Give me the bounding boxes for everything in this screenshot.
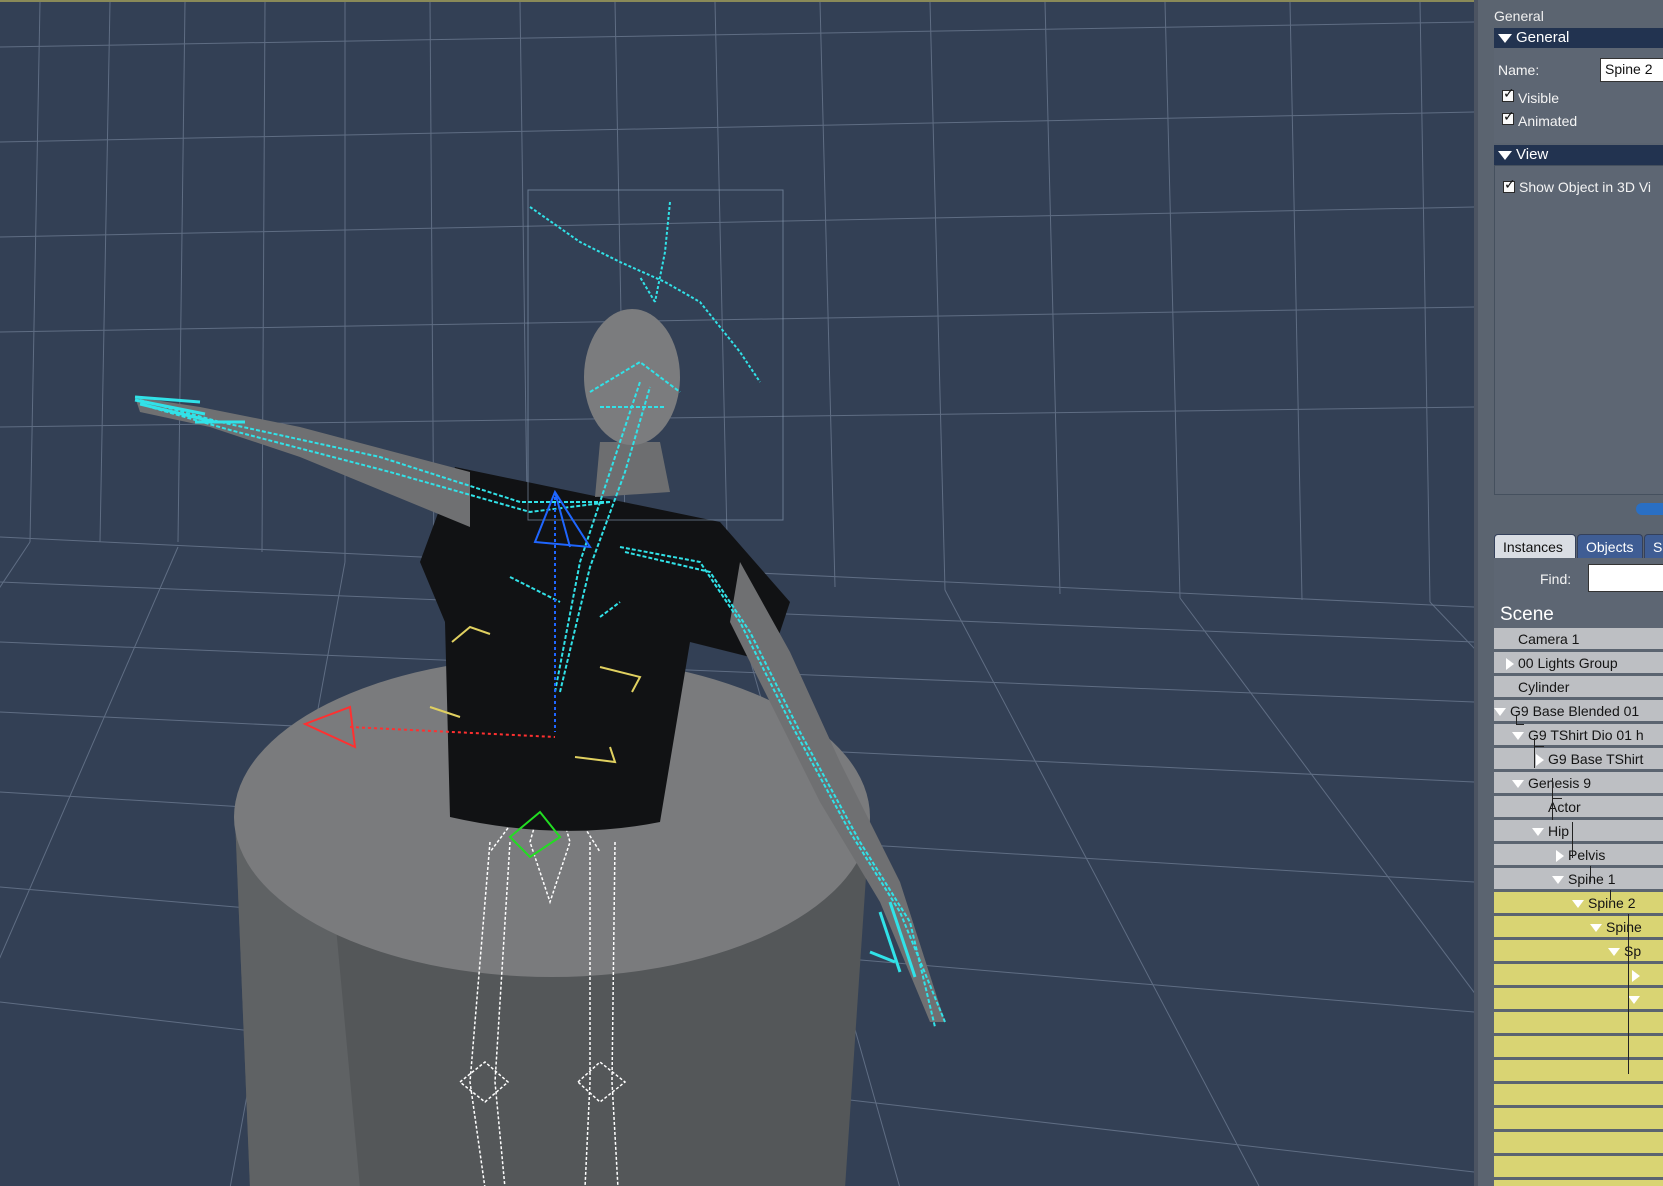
panel-splitter-handle[interactable]: [1636, 503, 1663, 515]
expand-triangle-open-icon[interactable]: [1512, 780, 1524, 789]
collapse-triangle-icon: [1498, 150, 1512, 160]
tree-item-label: Spine 2: [1588, 895, 1636, 911]
tree-connector-line: [1552, 778, 1553, 820]
animated-label: Animated: [1518, 113, 1578, 129]
tree-item-spine-1[interactable]: Spine 1: [1494, 868, 1663, 890]
tree-item-label: Hip: [1548, 823, 1570, 839]
head: [584, 309, 680, 445]
expand-triangle-open-icon[interactable]: [1628, 996, 1640, 1005]
view-section-body: Show Object in 3D Vi: [1494, 165, 1663, 495]
tree-item-spine-2[interactable]: Spine 2: [1494, 892, 1663, 914]
scene-tree-title: Scene: [1494, 602, 1663, 628]
tree-item-label: Genesis 9: [1528, 775, 1592, 791]
back-wall-grid: [0, 2, 1474, 608]
tab-objects[interactable]: Objects: [1577, 534, 1643, 558]
tree-item-child-c[interactable]: [1494, 1012, 1663, 1034]
general-section-header[interactable]: General: [1494, 28, 1663, 48]
tree-item-label: Sp: [1624, 943, 1642, 959]
tree-item-child-f[interactable]: [1494, 1084, 1663, 1106]
tree-item-label: Pelvis: [1568, 847, 1606, 863]
tree-item-g9-base-blended[interactable]: G9 Base Blended 01: [1494, 700, 1663, 722]
tree-item-label: Cylinder: [1518, 679, 1570, 695]
visible-checkbox[interactable]: [1502, 86, 1515, 102]
tree-item-label: Spine 1: [1568, 871, 1616, 887]
collapse-triangle-icon: [1498, 33, 1512, 43]
tree-item-label: G9 Base TShirt: [1548, 751, 1644, 767]
expand-triangle-open-icon[interactable]: [1572, 900, 1584, 909]
expand-triangle-open-icon[interactable]: [1552, 876, 1564, 885]
find-bar: Find:: [1494, 558, 1663, 602]
tree-connector-line: [1628, 914, 1629, 1074]
property-panel-header: General: [1494, 8, 1544, 24]
tree-item-label: 00 Lights Group: [1518, 655, 1618, 671]
tree-item-child-a[interactable]: [1494, 964, 1663, 986]
tree-connector-line: [1534, 746, 1544, 747]
right-side-panel: General General Name: Spine 2 Visible An…: [1478, 0, 1663, 1186]
tree-connector-line: [1590, 866, 1591, 882]
expand-triangle-open-icon[interactable]: [1512, 732, 1524, 741]
tree-item-spine-3[interactable]: Spine: [1494, 916, 1663, 938]
expand-triangle-open-icon[interactable]: [1590, 924, 1602, 933]
tree-item-child-h[interactable]: [1494, 1132, 1663, 1154]
tree-item-child-j[interactable]: [1494, 1180, 1663, 1186]
tree-item-actor[interactable]: Actor: [1494, 796, 1663, 818]
scene-tree: Camera 1 00 Lights Group Cylinder G9 Base B…: [1478, 628, 1663, 1186]
name-label: Name:: [1498, 62, 1540, 78]
tree-item-camera-1[interactable]: Camera 1: [1494, 628, 1663, 650]
tree-item-child-i[interactable]: [1494, 1156, 1663, 1178]
tree-connector-line: [1534, 738, 1535, 768]
3d-viewport[interactable]: [0, 0, 1474, 1186]
tree-connector-line: [1610, 890, 1611, 900]
view-section-header[interactable]: View: [1494, 145, 1663, 165]
tree-item-spine-sub[interactable]: Sp: [1494, 940, 1663, 962]
view-section-title: View: [1516, 146, 1549, 163]
tree-item-label: Camera 1: [1518, 631, 1580, 647]
expand-triangle-closed-icon[interactable]: [1506, 658, 1514, 671]
tab-shaders[interactable]: Sh: [1644, 534, 1663, 558]
tree-item-genesis-9[interactable]: Genesis 9: [1494, 772, 1663, 794]
find-label: Find:: [1540, 571, 1572, 587]
visible-label: Visible: [1518, 90, 1559, 106]
expand-triangle-open-icon[interactable]: [1532, 828, 1544, 837]
tree-item-label: G9 TShirt Dio 01 h: [1528, 727, 1644, 743]
tree-connector-line: [1552, 798, 1562, 799]
tree-item-label: Spine: [1606, 919, 1642, 935]
tree-item-child-g[interactable]: [1494, 1108, 1663, 1130]
tree-item-pelvis[interactable]: Pelvis: [1494, 844, 1663, 866]
tree-item-g9-base-tshirt[interactable]: G9 Base TShirt: [1494, 748, 1663, 770]
viewport-scene: [0, 2, 1474, 1186]
find-input[interactable]: [1588, 564, 1663, 592]
tree-item-child-e[interactable]: [1494, 1060, 1663, 1082]
expand-triangle-closed-icon[interactable]: [1632, 970, 1640, 983]
general-section-body: Name: Spine 2 Visible Animated: [1494, 48, 1663, 143]
tree-connector-line: [1516, 716, 1517, 724]
tree-item-cylinder[interactable]: Cylinder: [1494, 676, 1663, 698]
tree-connector-line: [1572, 822, 1573, 858]
name-field[interactable]: Spine 2: [1600, 58, 1663, 82]
tree-item-lights-group[interactable]: 00 Lights Group: [1494, 652, 1663, 674]
general-section-title: General: [1516, 29, 1570, 46]
expand-triangle-open-icon[interactable]: [1494, 708, 1506, 717]
expand-triangle-closed-icon[interactable]: [1536, 754, 1544, 767]
tree-item-child-d[interactable]: [1494, 1036, 1663, 1058]
tree-connector-line: [1516, 724, 1524, 725]
tab-instances[interactable]: Instances: [1494, 534, 1576, 558]
expand-triangle-closed-icon[interactable]: [1556, 850, 1564, 863]
animated-checkbox[interactable]: [1502, 109, 1515, 125]
show-object-checkbox[interactable]: [1503, 177, 1516, 193]
tree-item-g9-tshirt[interactable]: G9 TShirt Dio 01 h: [1494, 724, 1663, 746]
tree-item-child-b[interactable]: [1494, 988, 1663, 1010]
expand-triangle-open-icon[interactable]: [1608, 948, 1620, 957]
tree-item-label: G9 Base Blended 01: [1510, 703, 1640, 719]
show-object-label: Show Object in 3D Vi: [1519, 179, 1652, 195]
tree-item-hip[interactable]: Hip: [1494, 820, 1663, 842]
